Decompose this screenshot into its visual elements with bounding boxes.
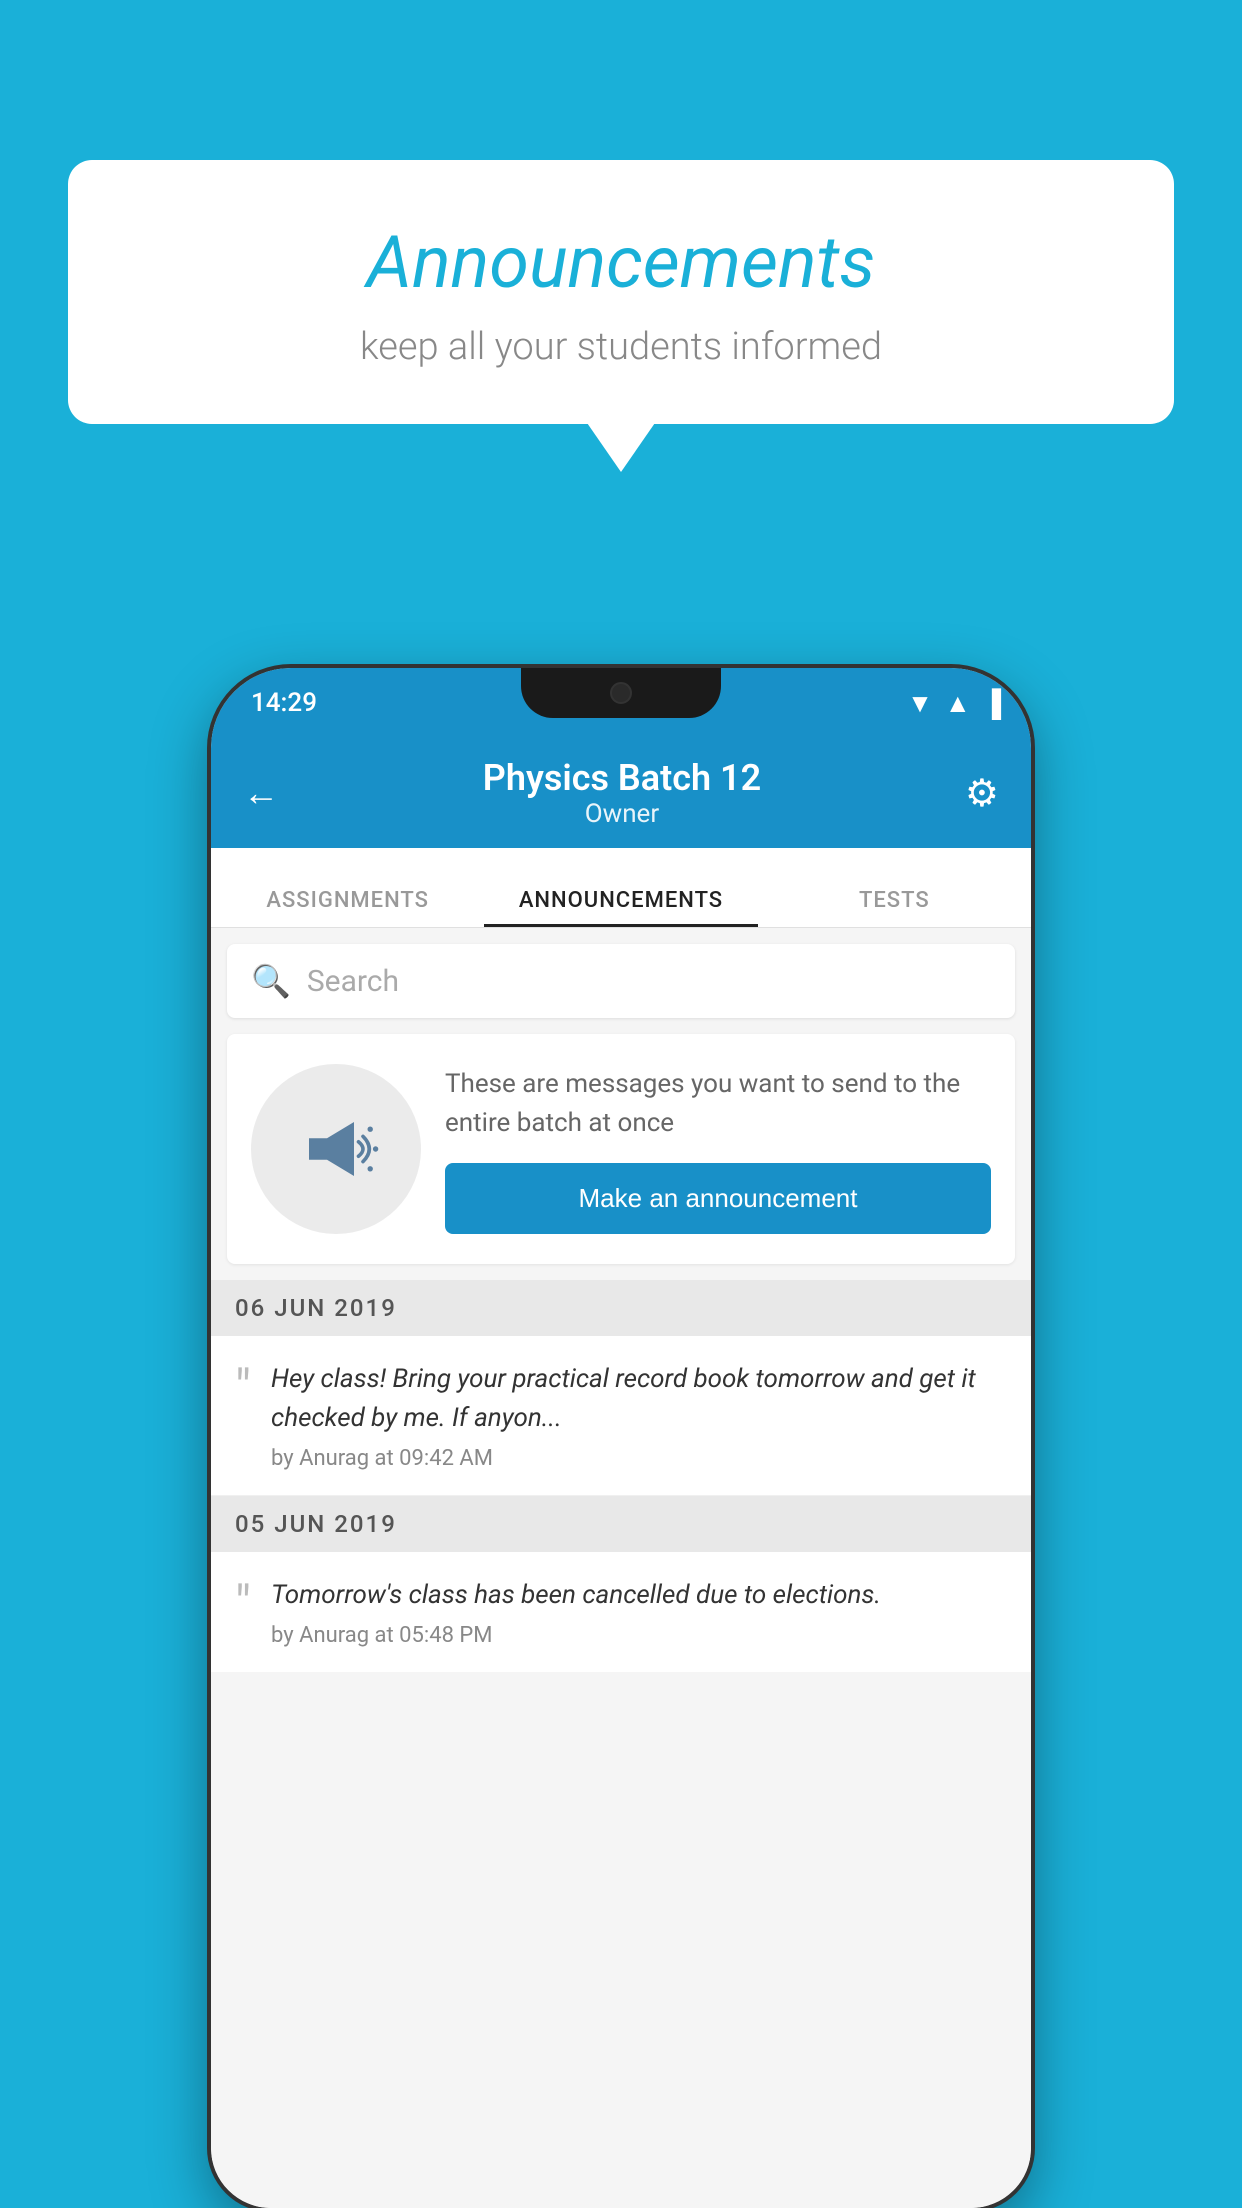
announcement-meta-1: by Anurag at 09:42 AM bbox=[271, 1446, 1007, 1471]
announcement-text-1: Hey class! Bring your practical record b… bbox=[271, 1360, 1007, 1438]
status-icons: ▼ ▲ ▐ bbox=[907, 688, 1001, 719]
announcement-content-1: Hey class! Bring your practical record b… bbox=[271, 1360, 1007, 1471]
speech-bubble-subtitle: keep all your students informed bbox=[108, 325, 1134, 369]
date-separator-2: 05 JUN 2019 bbox=[211, 1496, 1031, 1552]
search-icon: 🔍 bbox=[251, 962, 291, 1000]
back-button[interactable]: ← bbox=[235, 764, 287, 822]
search-placeholder: Search bbox=[307, 964, 399, 999]
make-announcement-button[interactable]: Make an announcement bbox=[445, 1163, 991, 1234]
search-bar[interactable]: 🔍 Search bbox=[227, 944, 1015, 1018]
header-title: Physics Batch 12 bbox=[287, 757, 957, 799]
tab-tests[interactable]: TESTS bbox=[758, 888, 1031, 927]
date-separator-1: 06 JUN 2019 bbox=[211, 1280, 1031, 1336]
announcement-desc: These are messages you want to send to t… bbox=[445, 1065, 991, 1143]
announcement-item-2[interactable]: " Tomorrow's class has been cancelled du… bbox=[211, 1552, 1031, 1672]
tab-bar: ASSIGNMENTS ANNOUNCEMENTS TESTS bbox=[211, 848, 1031, 928]
settings-icon[interactable]: ⚙ bbox=[957, 763, 1007, 824]
speech-bubble: Announcements keep all your students inf… bbox=[68, 160, 1174, 424]
notch bbox=[521, 668, 721, 718]
announcement-item-1[interactable]: " Hey class! Bring your practical record… bbox=[211, 1336, 1031, 1496]
wifi-icon: ▼ bbox=[907, 688, 933, 719]
signal-icon: ▲ bbox=[945, 688, 971, 719]
announcement-content-2: Tomorrow's class has been cancelled due … bbox=[271, 1576, 881, 1648]
tab-announcements[interactable]: ANNOUNCEMENTS bbox=[484, 888, 757, 927]
quote-icon-1: " bbox=[235, 1364, 251, 1414]
phone-frame: 14:29 ▼ ▲ ▐ ← Physics Batch 12 Owner ⚙ A… bbox=[211, 668, 1031, 2208]
app-header: ← Physics Batch 12 Owner ⚙ bbox=[211, 738, 1031, 848]
announcement-prompt-card: These are messages you want to send to t… bbox=[227, 1034, 1015, 1264]
announcement-text-2: Tomorrow's class has been cancelled due … bbox=[271, 1576, 881, 1615]
announcement-prompt-content: These are messages you want to send to t… bbox=[445, 1065, 991, 1234]
phone-screen: 14:29 ▼ ▲ ▐ ← Physics Batch 12 Owner ⚙ A… bbox=[211, 668, 1031, 2208]
quote-icon-2: " bbox=[235, 1580, 251, 1630]
content-area: 🔍 Search bbox=[211, 928, 1031, 2208]
battery-icon: ▐ bbox=[983, 688, 1001, 719]
status-time: 14:29 bbox=[251, 688, 317, 718]
camera-cutout bbox=[610, 682, 632, 704]
speech-bubble-container: Announcements keep all your students inf… bbox=[68, 160, 1174, 424]
tab-assignments[interactable]: ASSIGNMENTS bbox=[211, 888, 484, 927]
megaphone-icon bbox=[291, 1104, 381, 1194]
announcement-meta-2: by Anurag at 05:48 PM bbox=[271, 1623, 881, 1648]
megaphone-circle bbox=[251, 1064, 421, 1234]
header-title-group: Physics Batch 12 Owner bbox=[287, 757, 957, 829]
speech-bubble-title: Announcements bbox=[108, 220, 1134, 305]
header-subtitle: Owner bbox=[287, 799, 957, 829]
